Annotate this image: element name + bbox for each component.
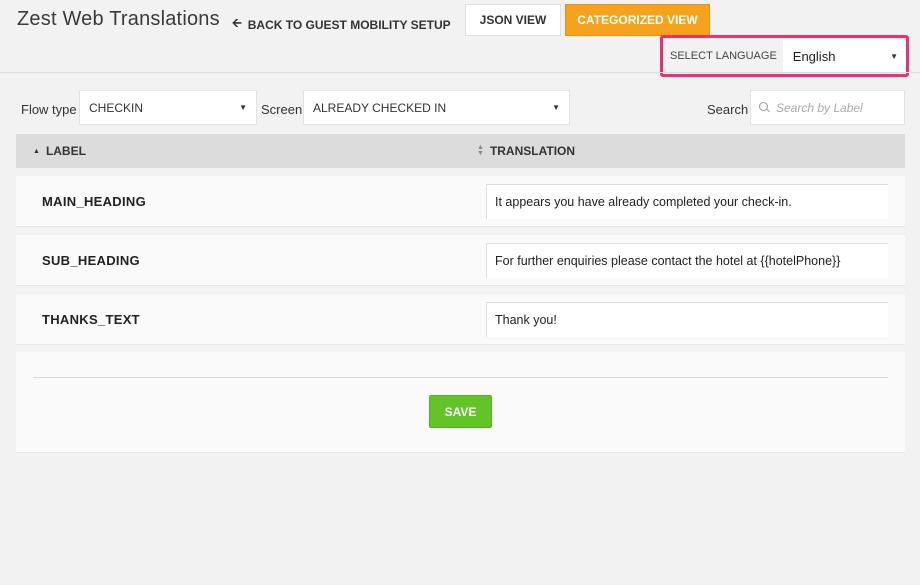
sort-icon: ▲ ▼ <box>477 144 484 157</box>
search-label: Search <box>707 102 749 117</box>
translation-input[interactable]: It appears you have already completed yo… <box>486 184 888 219</box>
json-view-button[interactable]: JSON VIEW <box>465 4 561 36</box>
flow-type-label: Flow type <box>21 102 77 117</box>
save-button[interactable]: SAVE <box>429 395 492 428</box>
translation-input[interactable]: Thank you! <box>486 302 888 337</box>
categorized-view-button[interactable]: CATEGORIZED VIEW <box>565 4 710 36</box>
sort-ascending-icon: ▲ <box>33 147 40 155</box>
footer-divider <box>33 377 888 378</box>
arrow-left-icon: 🡨 <box>232 16 242 30</box>
flow-type-select[interactable]: CHECKIN ▼ <box>79 90 257 125</box>
language-select[interactable]: English ▼ <box>782 40 906 72</box>
back-link-label: BACK TO GUEST MOBILITY SETUP <box>247 17 451 32</box>
search-icon <box>759 102 770 113</box>
screen-label: Screen <box>261 102 303 117</box>
translation-input[interactable]: For further enquiries please contact the… <box>486 243 888 278</box>
chevron-down-icon: ▼ <box>239 103 247 112</box>
column-header-translation-text: TRANSLATION <box>489 144 576 158</box>
column-header-label[interactable]: ▲ LABEL <box>33 144 86 158</box>
chevron-down-icon: ▼ <box>552 103 560 112</box>
chevron-down-icon: ▼ <box>890 51 898 61</box>
screen-value: ALREADY CHECKED IN <box>313 100 447 115</box>
language-selector-panel: SELECT LANGUAGE English ▼ <box>660 35 909 77</box>
header-divider <box>0 72 920 73</box>
search-field[interactable] <box>750 90 905 125</box>
search-input[interactable] <box>776 100 896 115</box>
column-header-translation[interactable]: ▲ ▼ TRANSLATION <box>477 144 575 158</box>
table-header <box>16 134 905 168</box>
flow-type-value: CHECKIN <box>89 100 144 115</box>
row-label: THANKS_TEXT <box>42 312 140 327</box>
screen-select[interactable]: ALREADY CHECKED IN ▼ <box>303 90 570 125</box>
language-selected-value: English <box>792 48 836 64</box>
column-header-label-text: LABEL <box>45 144 86 158</box>
page-title: Zest Web Translations <box>17 8 220 30</box>
back-to-setup-link[interactable]: 🡨 BACK TO GUEST MOBILITY SETUP <box>232 14 451 35</box>
row-label: SUB_HEADING <box>42 253 140 268</box>
row-label: MAIN_HEADING <box>42 194 146 209</box>
select-language-label: SELECT LANGUAGE <box>670 50 777 62</box>
